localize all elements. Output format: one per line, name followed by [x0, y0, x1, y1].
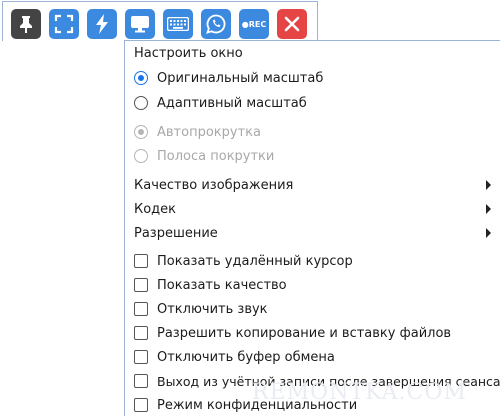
autoscroll-option: Автопрокрутка	[125, 121, 500, 143]
keyboard-icon	[167, 17, 189, 31]
checkbox[interactable]	[134, 374, 148, 388]
monitor-icon	[130, 15, 150, 33]
menu-title: Настроить окно	[134, 46, 243, 61]
scale-original-option[interactable]: Оригинальный масштаб	[125, 67, 500, 89]
mute-label: Отключить звук	[157, 301, 268, 317]
submenu-arrow-icon	[486, 180, 491, 190]
fullscreen-button[interactable]	[49, 9, 79, 39]
pin-button[interactable]	[11, 9, 41, 39]
record-icon: ●REC	[241, 19, 267, 29]
show-remote-cursor-option[interactable]: Показать удалённый курсор	[125, 250, 500, 272]
keyboard-button[interactable]	[163, 9, 193, 39]
show-remote-cursor-label: Показать удалённый курсор	[157, 253, 353, 269]
logout-after-session-option[interactable]: Выход из учётной записи после завершения…	[125, 370, 500, 392]
radio-button[interactable]	[134, 96, 148, 110]
resolution-label: Разрешение	[134, 225, 218, 241]
privacy-mode-label: Режим конфиденциальности	[157, 397, 358, 413]
radio-button-disabled	[134, 149, 148, 163]
scale-adaptive-label: Адаптивный масштаб	[157, 95, 307, 111]
allow-file-copy-paste-label: Разрешить копирование и вставку файлов	[157, 325, 452, 341]
show-quality-option[interactable]: Показать качество	[125, 274, 500, 296]
lightning-icon	[95, 14, 109, 34]
submenu-arrow-icon	[486, 204, 491, 214]
pin-icon	[18, 15, 34, 33]
resolution-submenu[interactable]: Разрешение	[125, 222, 500, 244]
show-quality-label: Показать качество	[157, 277, 287, 293]
image-quality-label: Качество изображения	[134, 177, 294, 193]
scrollbar-label: Полоса покрутки	[157, 148, 275, 164]
privacy-mode-option[interactable]: Режим конфиденциальности	[125, 394, 500, 416]
autoscroll-label: Автопрокрутка	[157, 124, 261, 140]
disable-clipboard-option[interactable]: Отключить буфер обмена	[125, 346, 500, 368]
codec-submenu[interactable]: Кодек	[125, 198, 500, 220]
radio-button-checked[interactable]	[134, 71, 148, 85]
checkbox[interactable]	[134, 278, 148, 292]
close-icon	[283, 15, 301, 33]
allow-file-copy-paste-option[interactable]: Разрешить копирование и вставку файлов	[125, 322, 500, 344]
scale-original-label: Оригинальный масштаб	[157, 70, 324, 86]
disable-clipboard-label: Отключить буфер обмена	[157, 349, 335, 365]
record-button[interactable]: ●REC	[239, 9, 269, 39]
scrollbar-option: Полоса покрутки	[125, 145, 500, 167]
checkbox[interactable]	[134, 254, 148, 268]
chat-button[interactable]	[201, 9, 231, 39]
radio-button-disabled-checked	[134, 125, 148, 139]
scale-adaptive-option[interactable]: Адаптивный масштаб	[125, 92, 500, 114]
checkbox[interactable]	[134, 350, 148, 364]
display-button[interactable]	[125, 9, 155, 39]
session-toolbar: ●REC	[2, 1, 318, 41]
checkbox[interactable]	[134, 326, 148, 340]
checkbox[interactable]	[134, 302, 148, 316]
submenu-arrow-icon	[486, 228, 491, 238]
mute-option[interactable]: Отключить звук	[125, 298, 500, 320]
codec-label: Кодек	[134, 201, 177, 217]
checkbox[interactable]	[134, 398, 148, 412]
close-button[interactable]	[277, 9, 307, 39]
chat-icon	[206, 14, 226, 34]
performance-button[interactable]	[87, 9, 117, 39]
display-settings-menu: Настроить окно Оригинальный масштаб Адап…	[124, 40, 500, 416]
fullscreen-icon	[54, 14, 74, 34]
logout-after-session-label: Выход из учётной записи после завершения…	[157, 373, 500, 389]
image-quality-submenu[interactable]: Качество изображения	[125, 174, 500, 196]
